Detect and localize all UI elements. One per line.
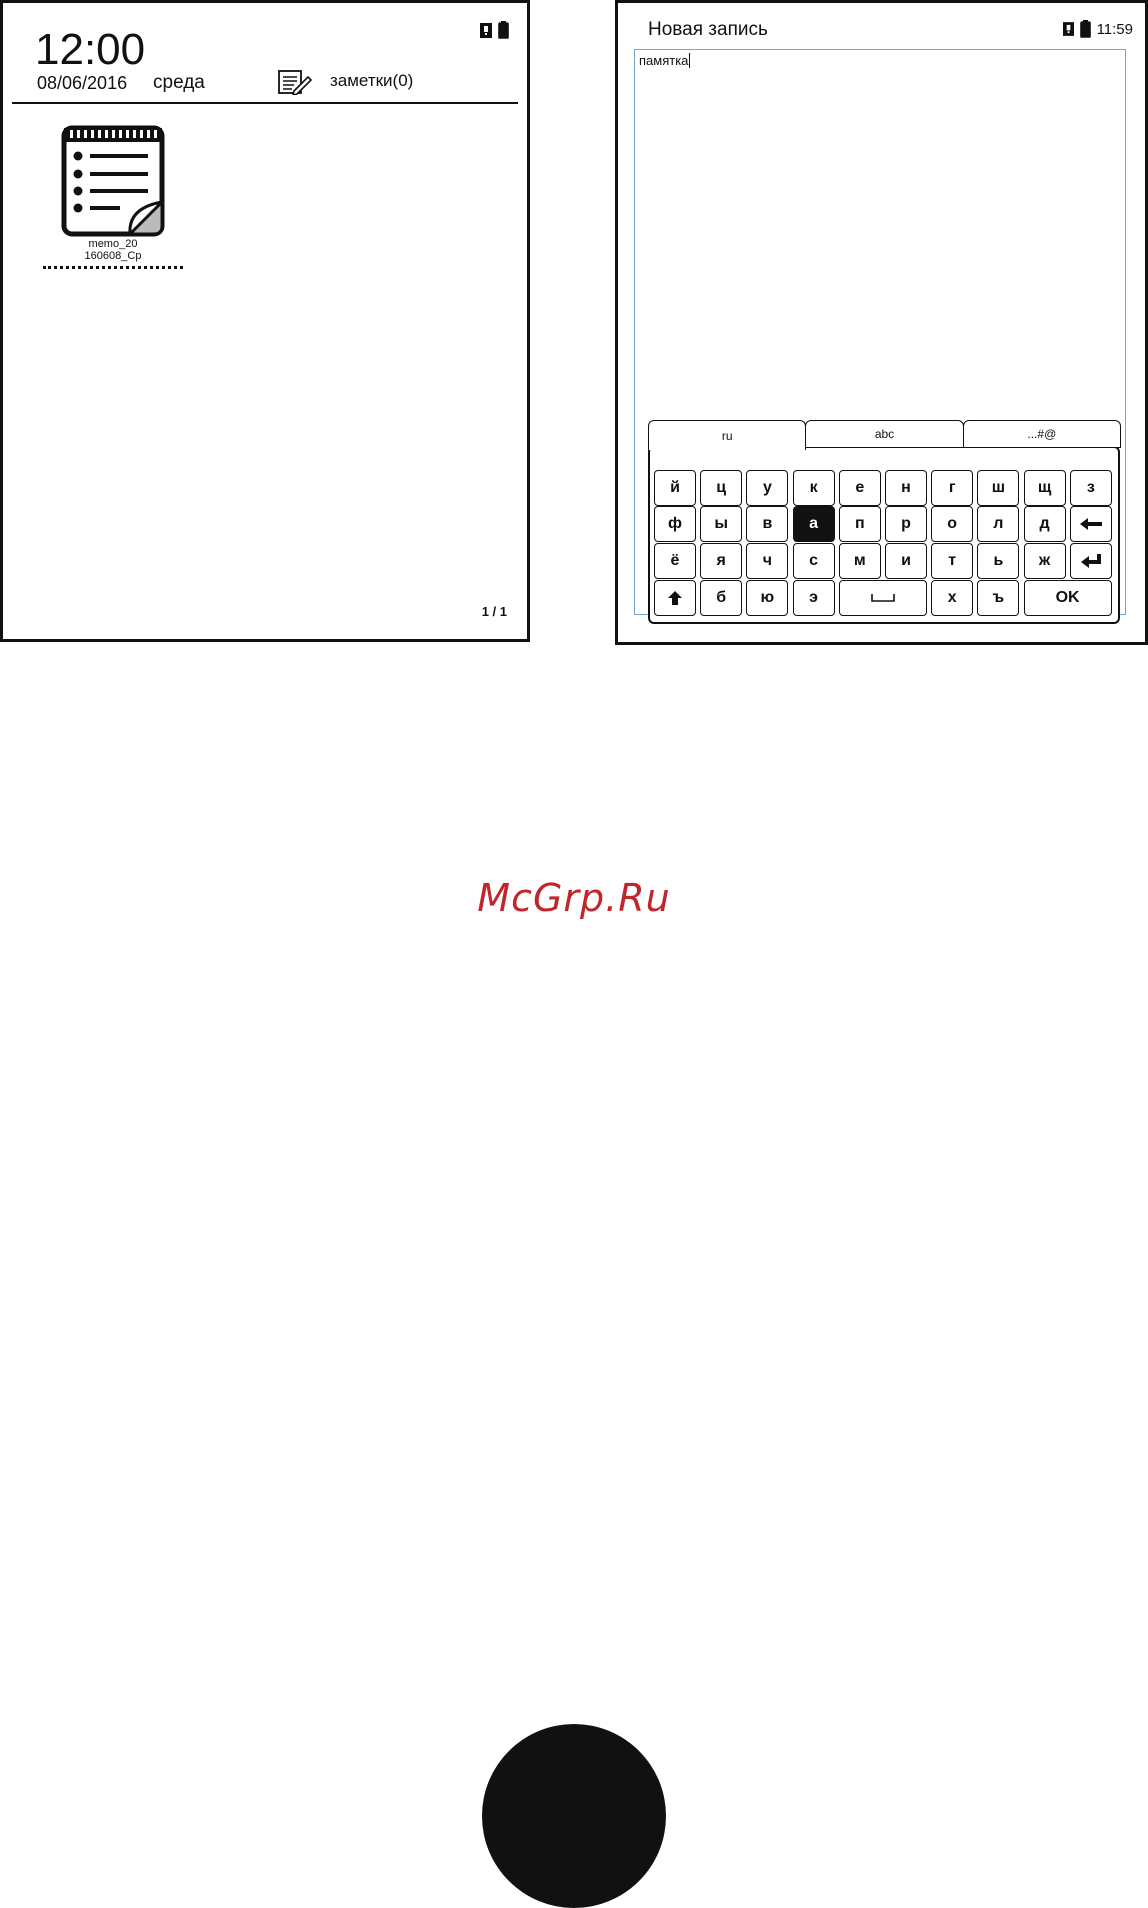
key-м[interactable]: м [838, 543, 881, 579]
key-б[interactable]: б [700, 580, 743, 616]
key-ы[interactable]: ы [700, 506, 743, 542]
key-ю[interactable]: ю [746, 580, 789, 616]
virtual-keyboard: ru abc ...#@ йцукенгшщз фывапролд ёячсмить… [648, 420, 1121, 624]
key-у[interactable]: у [746, 470, 789, 506]
key-а[interactable]: а [792, 506, 835, 542]
key-с[interactable]: с [792, 543, 835, 579]
tab-ru[interactable]: ru [648, 420, 807, 450]
key-р[interactable]: р [885, 506, 927, 542]
memo-file-item[interactable]: memo_20 160608_Ср [43, 124, 183, 269]
tab-abc[interactable]: abc [805, 420, 964, 448]
key-ш[interactable]: ш [977, 470, 1020, 506]
key-й[interactable]: й [654, 470, 696, 506]
key-ч[interactable]: ч [746, 543, 789, 579]
backspace-key[interactable] [1069, 506, 1112, 542]
tab-symbols[interactable]: ...#@ [962, 420, 1121, 448]
new-note-screen: Новая запись 11:59 памятка ru abc ...#@ … [615, 0, 1148, 645]
key-ъ[interactable]: ъ [977, 580, 1020, 616]
sd-card-icon [1062, 22, 1074, 36]
key-я[interactable]: я [700, 543, 743, 579]
key-х[interactable]: х [931, 580, 974, 616]
page-number-badge [482, 1724, 666, 1908]
space-icon [870, 594, 895, 602]
key-п[interactable]: п [838, 506, 881, 542]
memo-file-icon [61, 125, 165, 237]
text-caret [689, 53, 691, 68]
note-text-value: памятка [639, 53, 689, 68]
key-ь[interactable]: ь [977, 543, 1020, 579]
page-title: Новая запись [648, 19, 768, 40]
key-э[interactable]: э [792, 580, 835, 616]
key-в[interactable]: в [746, 506, 789, 542]
key-щ[interactable]: щ [1023, 470, 1066, 506]
status-time: 11:59 [1096, 20, 1133, 38]
key-и[interactable]: и [885, 543, 927, 579]
battery-icon [498, 21, 509, 39]
page-indicator: 1 / 1 [481, 604, 507, 619]
shift-icon [668, 591, 682, 605]
key-д[interactable]: д [1023, 506, 1066, 542]
enter-key[interactable] [1069, 543, 1112, 579]
key-ж[interactable]: ж [1023, 543, 1066, 579]
key-е[interactable]: е [838, 470, 881, 506]
keyboard-tabs: ru abc ...#@ [648, 420, 1121, 450]
notes-icon[interactable] [278, 69, 312, 95]
key-ц[interactable]: ц [700, 470, 743, 506]
status-bar: 11:59 [1062, 20, 1133, 38]
clock: 12:00 [35, 25, 146, 74]
key-к[interactable]: к [792, 470, 835, 506]
selection-underline [43, 266, 183, 269]
key-о[interactable]: о [931, 506, 974, 542]
shift-key[interactable] [654, 580, 696, 616]
key-ё[interactable]: ё [654, 543, 696, 579]
home-screen: 12:00 08/06/2016 среда заметки(0) memo_2… [0, 0, 530, 642]
status-bar [480, 21, 509, 39]
enter-icon [1080, 554, 1101, 568]
space-key[interactable] [838, 580, 927, 616]
key-г[interactable]: г [931, 470, 974, 506]
key-н[interactable]: н [885, 470, 927, 506]
key-з[interactable]: з [1069, 470, 1112, 506]
ok-key[interactable]: OK [1023, 580, 1112, 616]
header-divider [12, 102, 518, 104]
weekday-label: среда [153, 72, 205, 93]
key-л[interactable]: л [977, 506, 1020, 542]
key-т[interactable]: т [931, 543, 974, 579]
notes-label[interactable]: заметки(0) [330, 71, 413, 91]
date-label: 08/06/2016 [37, 73, 128, 93]
backspace-icon [1079, 518, 1102, 530]
battery-icon [1079, 20, 1091, 38]
sd-card-icon [480, 22, 492, 38]
memo-name-line2: 160608_Ср [84, 250, 142, 262]
note-text: памятка [639, 53, 691, 68]
watermark: McGrp.Ru [477, 876, 671, 920]
memo-name-line1: memo_20 [88, 238, 138, 250]
key-ф[interactable]: ф [654, 506, 696, 542]
